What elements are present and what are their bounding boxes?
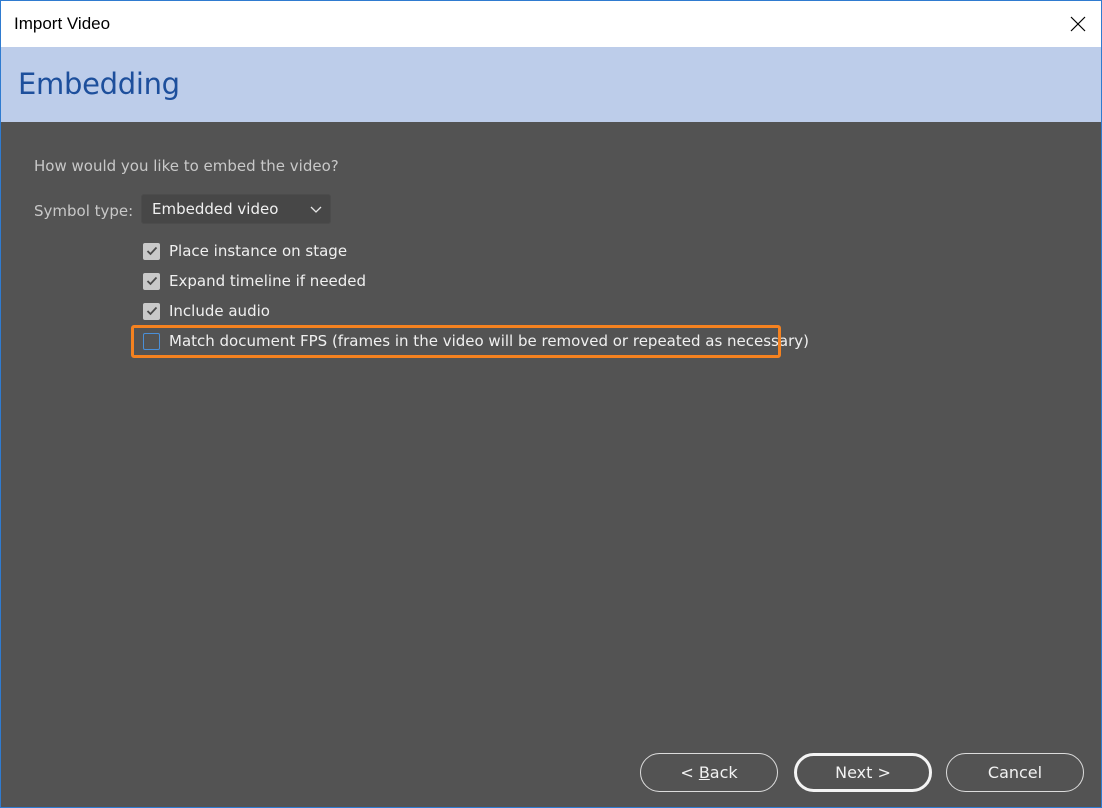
option-place-instance[interactable]: Place instance on stage (143, 240, 347, 262)
back-button[interactable]: < Back (640, 753, 778, 792)
back-button-mnemonic: B (698, 763, 710, 782)
option-match-fps[interactable]: Match document FPS (frames in the video … (143, 330, 809, 352)
import-video-dialog: Import Video Embedding How would you lik… (0, 0, 1102, 808)
back-button-rest: ack (709, 763, 738, 782)
checkmark-icon (146, 246, 157, 256)
place-instance-checkbox[interactable] (143, 242, 160, 260)
expand-timeline-checkbox[interactable] (143, 272, 160, 290)
option-expand-timeline[interactable]: Expand timeline if needed (143, 270, 366, 292)
option-include-audio[interactable]: Include audio (143, 300, 270, 322)
step-header: Embedding (1, 47, 1101, 122)
symbol-type-dropdown[interactable]: Embedded video (141, 194, 331, 224)
window-title: Import Video (14, 14, 111, 33)
match-fps-label: Match document FPS (frames in the video … (169, 332, 809, 350)
place-instance-label: Place instance on stage (169, 242, 348, 260)
next-button[interactable]: Next > (794, 753, 932, 792)
checkmark-icon (146, 276, 157, 286)
embed-question: How would you like to embed the video? (34, 157, 339, 175)
include-audio-label: Include audio (169, 302, 270, 320)
close-icon (1070, 16, 1086, 32)
match-fps-checkbox[interactable] (143, 332, 160, 350)
checkmark-icon (146, 306, 157, 316)
title-bar: Import Video (1, 1, 1101, 47)
close-button[interactable] (1055, 1, 1101, 47)
expand-timeline-label: Expand timeline if needed (169, 272, 367, 290)
step-title: Embedding (18, 67, 180, 101)
content-area: How would you like to embed the video? S… (1, 122, 1101, 807)
symbol-type-value: Embedded video (152, 200, 279, 218)
symbol-type-label: Symbol type: (34, 202, 134, 220)
back-button-prefix: < (680, 763, 699, 782)
cancel-button[interactable]: Cancel (946, 753, 1084, 792)
chevron-down-icon (310, 206, 322, 213)
include-audio-checkbox[interactable] (143, 302, 160, 320)
